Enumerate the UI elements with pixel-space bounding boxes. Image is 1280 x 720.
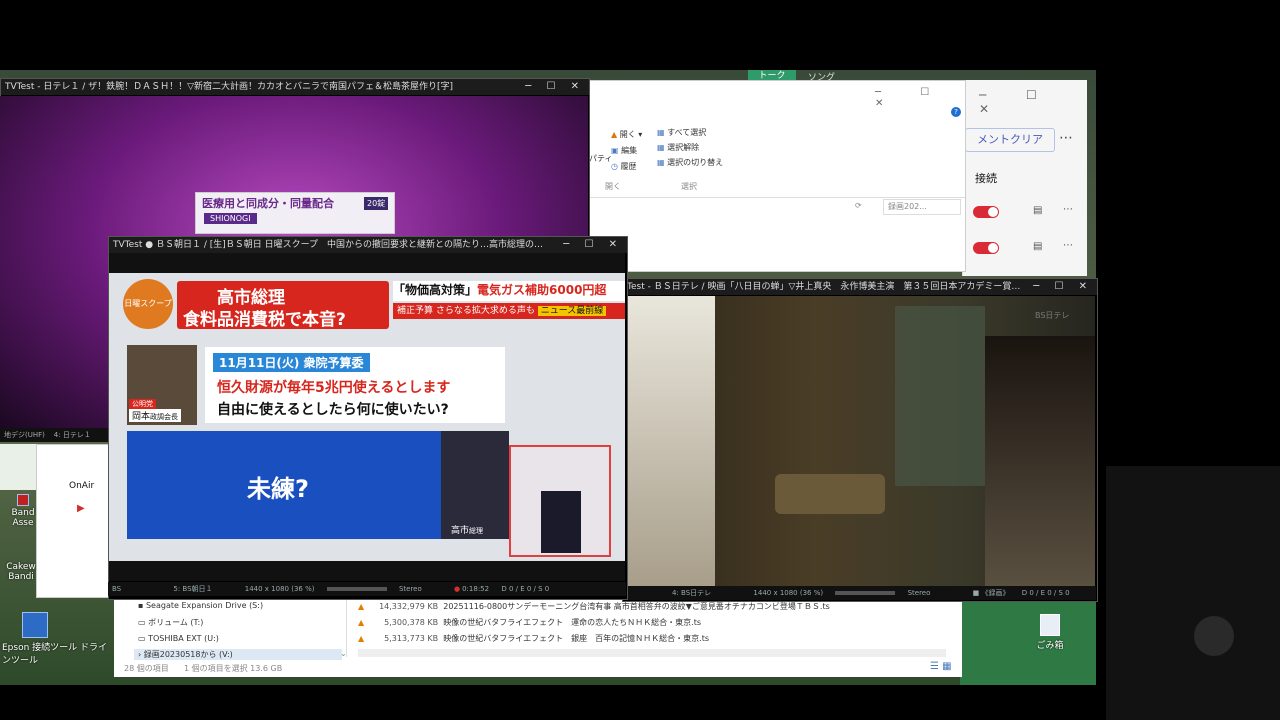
chat-icon-2[interactable]: ▤: [1033, 241, 1042, 252]
drive-item-0[interactable]: ▪ Seagate Expansion Drive (S:): [138, 601, 263, 610]
side-circle: [1194, 616, 1234, 656]
movie-fridge: [895, 306, 985, 486]
select-none-button[interactable]: ▦ 選択解除: [657, 142, 699, 153]
row-more-icon-2[interactable]: ⋯: [1063, 240, 1073, 251]
horizontal-scrollbar[interactable]: [358, 649, 946, 657]
help-icon[interactable]: ?: [951, 107, 961, 117]
view-toggle-icon[interactable]: ☰ ▦: [930, 661, 952, 672]
speaker-party: 公明党: [129, 399, 156, 409]
search-input[interactable]: 録画202...: [883, 199, 961, 215]
quote-line-2: 自由に使えるとしたら何に使いたい?: [217, 402, 449, 418]
tvtest3-status: 4: BS日テレ 1440 x 1080 (36 %) Stereo ■ 《録画…: [622, 586, 1096, 600]
select-invert-button[interactable]: ▦ 選択の切り替え: [657, 157, 723, 168]
pane-divider: [346, 597, 347, 657]
speaker-name: 岡本政調会長: [129, 409, 182, 422]
tvtest2-status: BS 5: BS朝日１ 1440 x 1080 (36 %) Stereo ● 0…: [108, 582, 626, 596]
caption-box: 未練?: [127, 431, 441, 539]
tvtest1-status: 地デジ(UHF) 4: 日テレ１: [0, 428, 114, 442]
explorer-file-window: ▪ Seagate Expansion Drive (S:) ▭ ボリューム (…: [114, 596, 962, 677]
teams-window-controls[interactable]: ─ ☐ ✕: [979, 88, 1087, 116]
bs-ntv-watermark: BS日テレ: [1035, 311, 1070, 320]
tag-line-1: 「物価高対策」電気ガス補助6000円超: [393, 281, 625, 301]
properties-label[interactable]: パティ: [589, 153, 613, 164]
rec-dot-icon: ●: [453, 585, 461, 593]
date-label: 11月11日(火) 衆院予算委: [213, 353, 370, 372]
headline-box: 高市総理 食料品消費税で本音?: [177, 281, 389, 330]
desktop-wallpaper-patch: [960, 590, 1096, 685]
tvtest2-titlebar[interactable]: TVTest ● ＢＳ朝日１ / [生]ＢＳ朝日 日曜スクープ 中国からの撤回要…: [109, 237, 627, 253]
headline-2: 食料品消費税で本音?: [183, 310, 346, 330]
pm-photo: 高市総理: [441, 431, 509, 539]
file-row-2[interactable]: ▲ 5,313,773 KB 映像の世紀バタフライエフェクト 銀座 百年の記憶ＮＨ…: [358, 633, 709, 644]
status-selected: 1 個の項目を選択 13.6 GB: [184, 664, 283, 673]
explorer-ribbon-window: ─ ☐ ✕ パティ ▲ 開く ▾ ▣ 編集 ◷ 履歴 開く ▦ すべて選択 ▦ …: [588, 80, 966, 272]
explorer-window-controls[interactable]: ─ ☐ ✕: [875, 87, 965, 109]
drive-item-1[interactable]: ▭ ボリューム (T:): [138, 617, 203, 628]
desktop-icon-cakewalk[interactable]: Cakew Bandi: [4, 562, 38, 582]
tvtest1-titlebar[interactable]: TVTest - 日テレ１ / ザ！鉄腕！ＤＡＳＨ！！▽新宿二大計画！カカオとバ…: [1, 79, 589, 95]
connection-section-title: 接続: [975, 172, 997, 185]
select-all-button[interactable]: ▦ すべて選択: [657, 127, 706, 138]
chat-icon[interactable]: ▤: [1033, 205, 1042, 216]
drive-item-3[interactable]: › 録画20230518から (V:): [134, 649, 342, 660]
ribbon-divider: [589, 197, 965, 198]
play-icon[interactable]: ▶: [77, 503, 85, 514]
ad-brand: SHIONOGI: [204, 213, 257, 224]
onair-panel: OnAir ▶: [36, 444, 110, 598]
guest-suit: [541, 491, 581, 553]
ad-count: 20錠: [364, 197, 389, 210]
tag-line-2: 補正予算 さらなる拡大求める声も ニュース最前線: [393, 303, 625, 319]
movie-person-left: [625, 296, 715, 586]
open-group-label: 開く: [605, 182, 621, 191]
clear-button[interactable]: メントクリア: [965, 128, 1055, 152]
tvtest3-titlebar[interactable]: Test - ＢＳ日テレ / 映画「八日目の蝉」▽井上真央 永作博美主演 第３５…: [623, 279, 1097, 295]
row-more-icon[interactable]: ⋯: [1063, 204, 1073, 215]
tvtest3-window-controls[interactable]: ─ ☐ ✕: [1029, 279, 1093, 295]
drive-item-2[interactable]: ▭ TOSHIBA EXT (U:): [138, 634, 219, 643]
edit-button[interactable]: ▣ 編集: [611, 145, 637, 156]
select-group-label: 選択: [681, 182, 697, 191]
open-button[interactable]: ▲ 開く ▾: [611, 129, 642, 140]
quote-panel: 11月11日(火) 衆院予算委 恒久財源が毎年5兆円使えるとします 自由に使える…: [205, 347, 505, 423]
tvtest2-window-controls[interactable]: ─ ☐ ✕: [559, 237, 623, 253]
caption-text: 未練?: [247, 475, 309, 503]
file-row-0[interactable]: ▲ 14,332,979 KB 20251116-0800サンデーモーニング台湾有…: [358, 601, 830, 612]
tv-ad-banner: 医療用と同成分・同量配合 20錠 SHIONOGI: [195, 192, 395, 234]
pm-label: 高市総理: [451, 526, 484, 536]
guest-photo: [509, 445, 611, 557]
more-options-icon[interactable]: ⋯: [1059, 130, 1073, 146]
onair-label[interactable]: OnAir: [69, 481, 94, 491]
connection-toggle-1[interactable]: [973, 206, 999, 218]
desktop-icon-epson[interactable]: Epson 接続ツール ドライ ンツール: [2, 612, 108, 666]
desktop-tile: [0, 444, 36, 490]
status-count: 28 個の項目: [124, 664, 169, 673]
connection-toggle-2[interactable]: [973, 242, 999, 254]
side-dark-panel: [1106, 466, 1280, 720]
news-video: 日曜スクープ 高市総理 食料品消費税で本音? 「物価高対策」電気ガス補助6000…: [109, 253, 625, 581]
news-logo: 日曜スクープ: [123, 279, 173, 329]
news-top-band: [109, 253, 625, 273]
quote-line-1: 恒久財源が毎年5兆円使えるとします: [217, 380, 451, 396]
history-button[interactable]: ◷ 履歴: [611, 161, 637, 172]
tvtest1-window-controls[interactable]: ─ ☐ ✕: [521, 79, 585, 95]
teams-window: ─ ☐ ✕ メントクリア ⋯ 接続 ▤ ⋯ ▤ ⋯: [962, 80, 1087, 276]
file-row-1[interactable]: ▲ 5,300,378 KB 映像の世紀バタフライエフェクト 運命の恋人たちＮＨＫ…: [358, 617, 701, 628]
movie-person-right: [985, 336, 1095, 586]
news-bottom-band: [109, 561, 625, 581]
movie-video: BS日テレ: [625, 296, 1095, 586]
movie-grill: [775, 474, 885, 514]
desktop-icon-band[interactable]: Band Asse: [8, 494, 38, 528]
recycle-bin-icon[interactable]: ごみ箱: [1030, 614, 1070, 651]
refresh-icon[interactable]: ⟳: [855, 201, 862, 210]
ad-text: 医療用と同成分・同量配合: [202, 197, 334, 210]
